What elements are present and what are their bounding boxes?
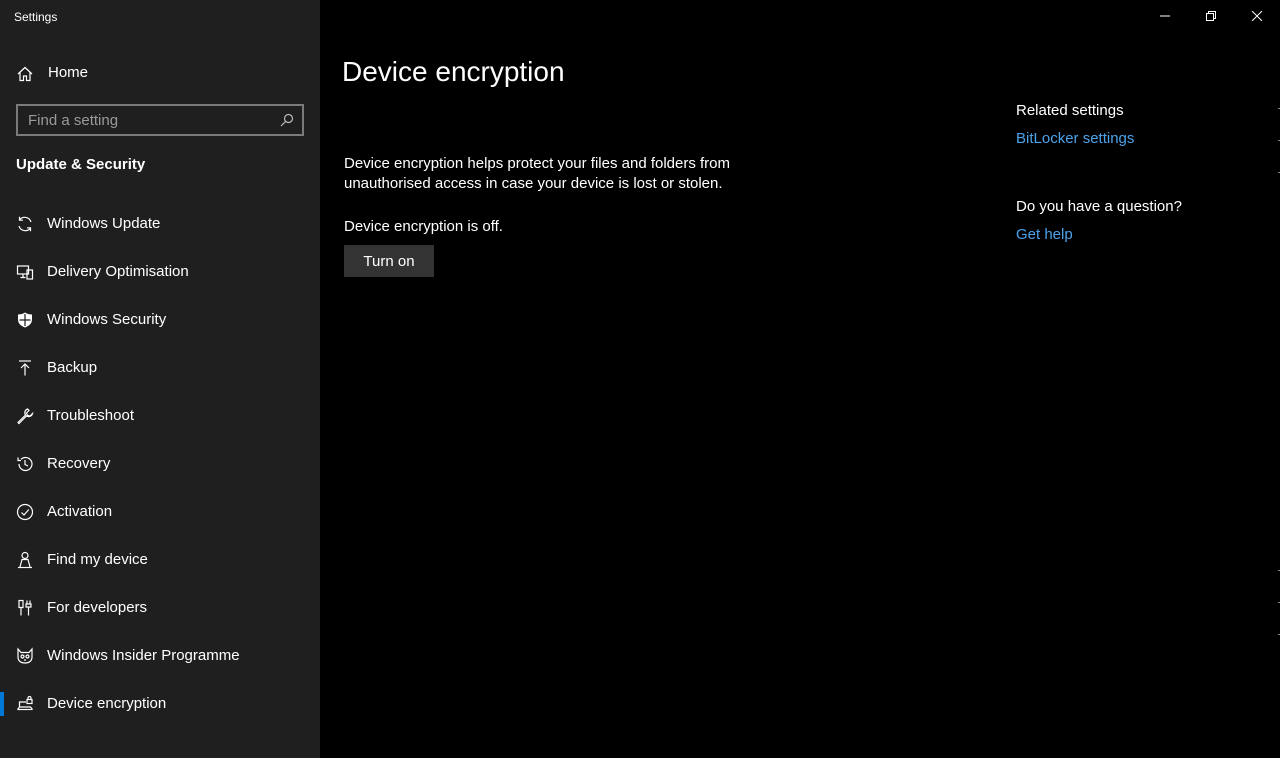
sidebar-item-windows-insider-programme[interactable]: Windows Insider Programme — [0, 636, 320, 676]
laptop-lock-icon — [17, 695, 33, 711]
restore-button[interactable] — [1188, 0, 1234, 32]
bitlocker-settings-link[interactable]: BitLocker settings — [1016, 130, 1134, 147]
search-input[interactable] — [18, 106, 268, 134]
sidebar-item-label: Windows Update — [47, 215, 161, 232]
sidebar-item-label: Device encryption — [47, 695, 167, 712]
sidebar-item-windows-update[interactable]: Windows Update — [0, 204, 320, 244]
sidebar-item-for-developers[interactable]: For developers — [0, 588, 320, 628]
encryption-status: Device encryption is off. — [344, 218, 503, 235]
nav-home[interactable]: Home — [0, 56, 320, 90]
close-button[interactable] — [1234, 0, 1280, 32]
home-icon — [17, 66, 33, 82]
sidebar-item-recovery[interactable]: Recovery — [0, 444, 320, 484]
minimize-icon — [1160, 15, 1170, 17]
encryption-description: Device encryption helps protect your fil… — [344, 155, 731, 192]
history-icon — [17, 456, 33, 472]
sidebar-item-label: Delivery Optimisation — [47, 263, 189, 280]
page-title: Device encryption — [342, 56, 565, 87]
sidebar-item-label: Windows Insider Programme — [47, 647, 240, 664]
search-icon[interactable] — [280, 113, 294, 127]
sidebar-item-label: Backup — [47, 359, 98, 376]
window-title: Settings — [14, 10, 58, 24]
sidebar-item-activation[interactable]: Activation — [0, 492, 320, 532]
turn-on-button[interactable]: Turn on — [344, 245, 434, 277]
search-box — [16, 104, 304, 136]
active-indicator — [0, 692, 4, 716]
sidebar-item-label: Troubleshoot — [47, 407, 134, 424]
close-icon — [1251, 11, 1263, 21]
sync-icon — [18, 216, 32, 232]
sidebar-item-label: Windows Security — [47, 311, 167, 328]
sidebar: Settings Home Update & Security Windows … — [0, 0, 320, 758]
get-help-link[interactable]: Get help — [1016, 226, 1073, 243]
developer-tools-icon — [18, 599, 32, 616]
sidebar-item-find-my-device[interactable]: Find my device — [0, 540, 320, 580]
backup-arrow-icon — [19, 360, 31, 376]
sidebar-item-troubleshoot[interactable]: Troubleshoot — [0, 396, 320, 436]
sidebar-item-label: Recovery — [47, 455, 111, 472]
wrench-icon — [17, 408, 34, 425]
restore-icon — [1206, 11, 1216, 21]
insider-cat-icon — [17, 647, 33, 664]
check-circle-icon — [16, 503, 34, 521]
sidebar-item-label: Find my device — [47, 551, 148, 568]
minimize-button[interactable] — [1142, 0, 1188, 32]
sidebar-item-label: For developers — [47, 599, 148, 616]
section-title: Update & Security — [16, 156, 146, 173]
sidebar-item-delivery-optimisation[interactable]: Delivery Optimisation — [0, 252, 320, 292]
related-settings-heading: Related settings — [1016, 102, 1124, 119]
sidebar-item-device-encryption[interactable]: Device encryption — [0, 684, 320, 724]
sidebar-item-backup[interactable]: Backup — [0, 348, 320, 388]
sidebar-item-label: Activation — [47, 503, 113, 520]
person-location-icon — [18, 551, 32, 569]
nav-home-label: Home — [48, 64, 89, 81]
question-heading: Do you have a question? — [1016, 198, 1182, 215]
shield-icon — [18, 312, 32, 328]
sidebar-item-windows-security[interactable]: Windows Security — [0, 300, 320, 340]
delivery-optimisation-icon — [16, 265, 34, 280]
